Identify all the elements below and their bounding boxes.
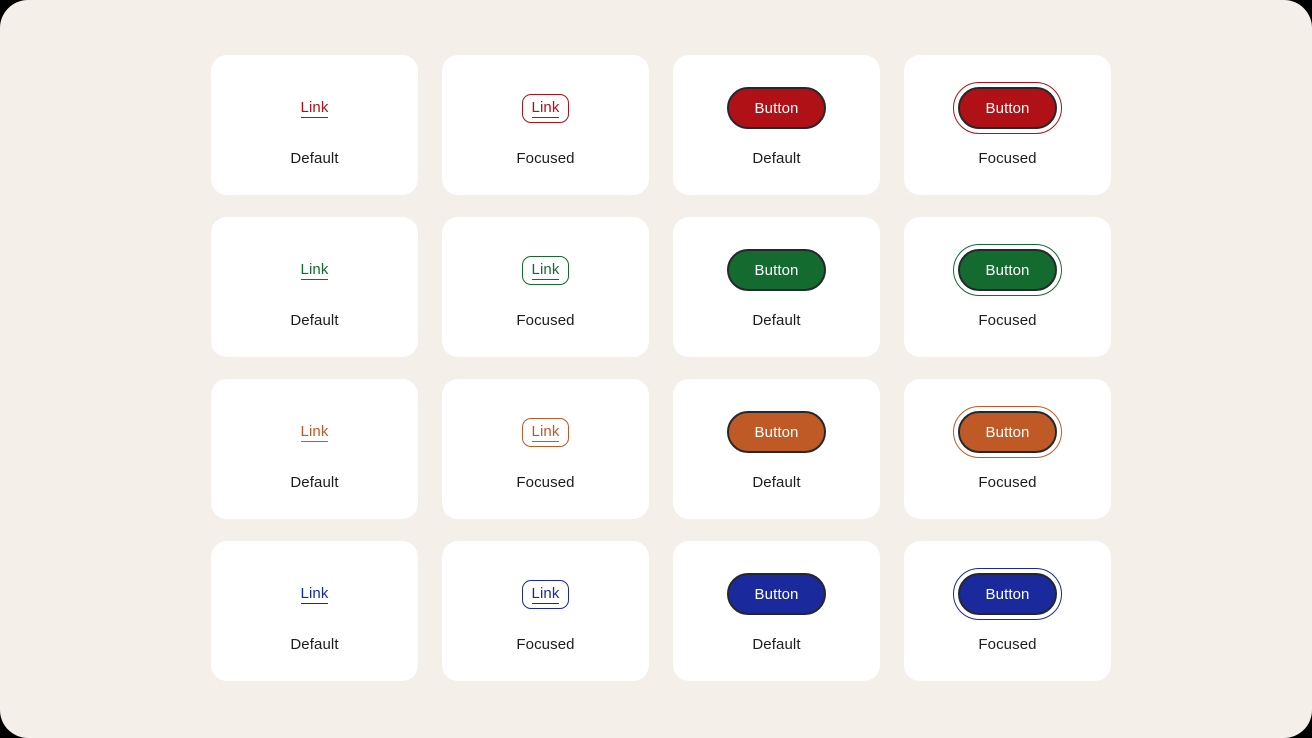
state-caption: Focused <box>516 311 575 329</box>
demo-card: Button Default <box>673 541 880 681</box>
demo-card: Button Default <box>673 217 880 357</box>
control-slot: Link <box>211 561 418 627</box>
state-caption: Default <box>290 473 339 491</box>
link-orange-default[interactable]: Link <box>300 424 329 442</box>
control-slot: Link <box>442 75 649 141</box>
state-caption: Default <box>290 311 339 329</box>
demo-card: Link Focused <box>442 379 649 519</box>
link-focus-ring-blue-default: Link <box>292 581 338 608</box>
button-focus-ring-green-focused: Button <box>952 244 1063 296</box>
state-caption: Default <box>752 311 801 329</box>
demo-card: Link Focused <box>442 55 649 195</box>
state-caption: Focused <box>516 635 575 653</box>
control-slot: Link <box>442 399 649 465</box>
button-green-default[interactable]: Button <box>726 249 827 291</box>
link-focus-ring-blue-focused: Link <box>521 579 570 609</box>
control-slot: Button <box>673 237 880 303</box>
control-slot: Link <box>442 237 649 303</box>
control-slot: Button <box>673 399 880 465</box>
state-caption: Focused <box>978 149 1037 167</box>
control-slot: Link <box>211 75 418 141</box>
link-focus-ring-green-focused: Link <box>521 255 570 285</box>
state-caption: Default <box>752 149 801 167</box>
state-caption: Default <box>752 635 801 653</box>
button-focus-ring-blue-default: Button <box>726 573 827 615</box>
control-slot: Button <box>673 75 880 141</box>
button-focus-ring-red-default: Button <box>726 87 827 129</box>
state-caption: Default <box>752 473 801 491</box>
component-showcase-grid: Link Default Link Focused Button Default Butto… <box>211 55 1111 681</box>
link-red-default[interactable]: Link <box>300 100 329 118</box>
demo-card: Link Default <box>211 379 418 519</box>
demo-card: Button Focused <box>904 217 1111 357</box>
link-green-focused[interactable]: Link <box>531 262 560 280</box>
link-focus-ring-green-default: Link <box>292 257 338 284</box>
button-focus-ring-red-focused: Button <box>952 82 1063 134</box>
page-root: Link Default Link Focused Button Default Butto… <box>0 0 1312 738</box>
button-blue-default[interactable]: Button <box>726 573 827 615</box>
link-green-default[interactable]: Link <box>300 262 329 280</box>
control-slot: Link <box>211 399 418 465</box>
demo-card: Button Focused <box>904 541 1111 681</box>
control-slot: Button <box>904 237 1111 303</box>
link-blue-default[interactable]: Link <box>300 586 329 604</box>
state-caption: Focused <box>978 473 1037 491</box>
demo-card: Button Focused <box>904 379 1111 519</box>
button-blue-focused[interactable]: Button <box>957 573 1058 615</box>
button-red-focused[interactable]: Button <box>957 87 1058 129</box>
link-red-focused[interactable]: Link <box>531 100 560 118</box>
state-caption: Focused <box>516 473 575 491</box>
control-slot: Link <box>442 561 649 627</box>
link-focus-ring-red-focused: Link <box>521 93 570 123</box>
state-caption: Focused <box>516 149 575 167</box>
demo-card: Button Default <box>673 55 880 195</box>
demo-card: Link Default <box>211 217 418 357</box>
demo-card: Button Default <box>673 379 880 519</box>
demo-card: Link Focused <box>442 541 649 681</box>
button-focus-ring-green-default: Button <box>726 249 827 291</box>
button-red-default[interactable]: Button <box>726 87 827 129</box>
control-slot: Button <box>673 561 880 627</box>
button-green-focused[interactable]: Button <box>957 249 1058 291</box>
button-orange-focused[interactable]: Button <box>957 411 1058 453</box>
demo-card: Link Default <box>211 55 418 195</box>
button-focus-ring-orange-default: Button <box>726 411 827 453</box>
state-caption: Default <box>290 149 339 167</box>
demo-card: Link Default <box>211 541 418 681</box>
control-slot: Link <box>211 237 418 303</box>
link-focus-ring-red-default: Link <box>292 95 338 122</box>
button-focus-ring-blue-focused: Button <box>952 568 1063 620</box>
control-slot: Button <box>904 399 1111 465</box>
control-slot: Button <box>904 75 1111 141</box>
demo-card: Button Focused <box>904 55 1111 195</box>
state-caption: Focused <box>978 311 1037 329</box>
demo-card: Link Focused <box>442 217 649 357</box>
button-orange-default[interactable]: Button <box>726 411 827 453</box>
link-blue-focused[interactable]: Link <box>531 586 560 604</box>
state-caption: Default <box>290 635 339 653</box>
state-caption: Focused <box>978 635 1037 653</box>
control-slot: Button <box>904 561 1111 627</box>
link-focus-ring-orange-focused: Link <box>521 417 570 447</box>
button-focus-ring-orange-focused: Button <box>952 406 1063 458</box>
link-focus-ring-orange-default: Link <box>292 419 338 446</box>
link-orange-focused[interactable]: Link <box>531 424 560 442</box>
